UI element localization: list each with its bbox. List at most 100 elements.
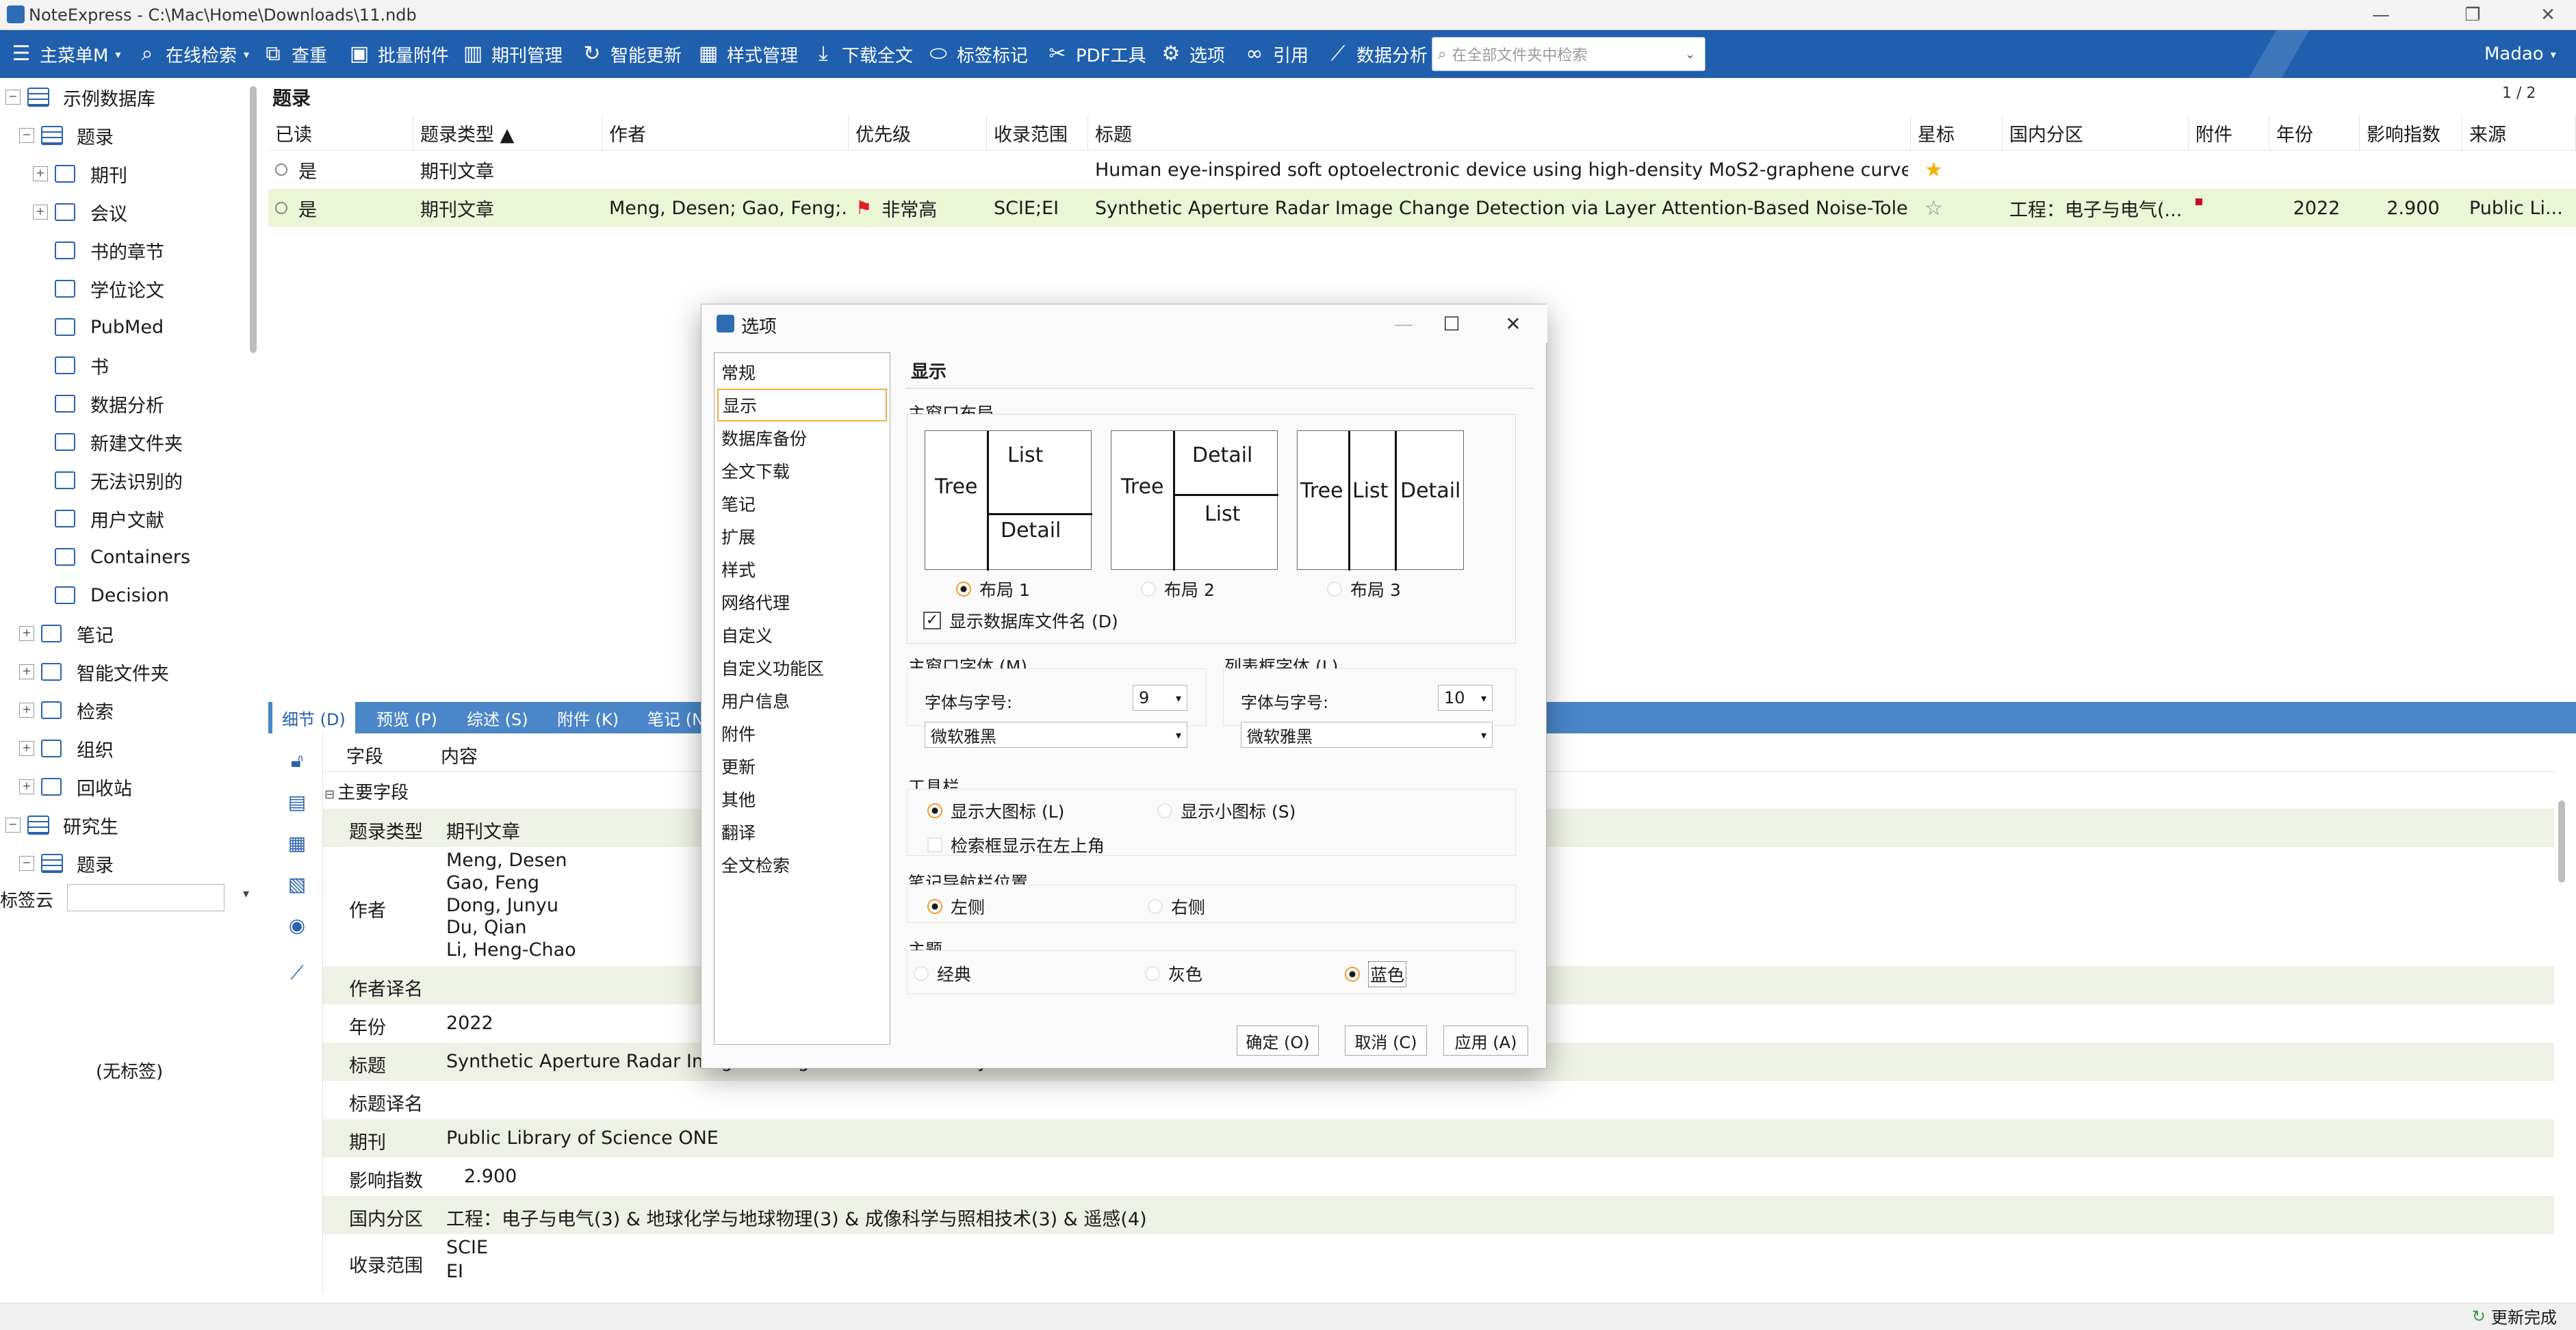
ok-button[interactable]: 确定 (O) xyxy=(1237,1026,1319,1056)
tree-item[interactable]: + 检索 xyxy=(19,691,114,729)
note-nav-left-radio[interactable]: 左侧 xyxy=(927,894,985,919)
column-header[interactable]: 来源 xyxy=(2462,115,2576,151)
tree-item[interactable]: + 会议 xyxy=(33,193,127,231)
main-menu-button[interactable]: ☰ 主菜单M ▾ xyxy=(10,30,121,78)
table-row[interactable]: 是 期刊文章 Human eye-inspired soft optoelectro… xyxy=(268,151,2576,189)
layout-3-radio[interactable]: 布局 3 xyxy=(1327,577,1401,601)
collapse-icon[interactable]: − xyxy=(19,856,34,871)
expand-icon[interactable]: + xyxy=(19,779,34,794)
unread-dot-icon[interactable] xyxy=(275,164,287,176)
chevron-down-icon[interactable]: ▾ xyxy=(243,887,249,901)
section-header[interactable]: ⊟ 主要字段 xyxy=(324,779,409,804)
options-nav-item[interactable]: 自定义功能区 xyxy=(717,651,887,684)
layout-1-preview[interactable]: Tree List Detail xyxy=(925,430,1092,571)
tree-item[interactable]: 新建文件夹 xyxy=(33,423,183,461)
options-nav-item[interactable]: 用户信息 xyxy=(717,684,887,717)
collapse-icon[interactable]: − xyxy=(19,128,34,143)
list-font-size-select[interactable]: 10 ▾ xyxy=(1438,685,1493,711)
tree-item[interactable]: + 组织 xyxy=(19,729,114,768)
column-header[interactable]: 年份 xyxy=(2269,115,2360,151)
column-header[interactable]: 收录范围 xyxy=(987,115,1088,151)
column-header[interactable]: 国内分区 xyxy=(2002,115,2189,151)
options-nav-item[interactable]: 全文检索 xyxy=(717,848,887,881)
options-nav-item[interactable]: 自定义 xyxy=(717,618,887,651)
tree-item[interactable]: 用户文献 xyxy=(33,499,164,538)
options-nav-item[interactable]: 全文下载 xyxy=(717,454,887,487)
main-font-size-select[interactable]: 9 ▾ xyxy=(1133,685,1187,711)
summary-icon[interactable]: ▦ xyxy=(283,829,311,857)
detail-scrollbar[interactable] xyxy=(2558,800,2565,883)
restore-icon[interactable]: ❐ xyxy=(2445,0,2501,30)
tagcloud-input[interactable] xyxy=(67,884,224,911)
options-nav-item[interactable]: 常规 xyxy=(717,356,887,389)
options-nav-item[interactable]: 样式 xyxy=(717,553,887,586)
theme-blue-radio[interactable]: 蓝色 xyxy=(1345,961,1407,987)
theme-classic-radio[interactable]: 经典 xyxy=(914,961,971,986)
small-icons-radio[interactable]: 显示小图标 (S) xyxy=(1157,798,1296,823)
expand-icon[interactable]: + xyxy=(19,741,34,756)
options-nav-item[interactable]: 附件 xyxy=(717,717,887,750)
layout-3-preview[interactable]: Tree List Detail xyxy=(1297,430,1464,571)
detail-tab[interactable]: 附件 (K) xyxy=(548,702,628,733)
unread-dot-icon[interactable] xyxy=(275,202,287,214)
options-nav-item[interactable]: 数据库备份 xyxy=(717,421,887,454)
options-nav-item[interactable]: 扩展 xyxy=(717,520,887,553)
tree-item[interactable]: + 智能文件夹 xyxy=(19,653,169,691)
download-fulltext-button[interactable]: ⤓ 下载全文 xyxy=(812,30,913,78)
trend-icon[interactable]: ⟋ xyxy=(283,959,311,987)
folder-search-input[interactable]: ⌕ 在全部文件夹中检索 ⌄ xyxy=(1432,37,1705,71)
tree-item[interactable]: Containers xyxy=(33,538,190,576)
detail-row[interactable]: 收录范围 SCIE EI xyxy=(323,1234,2554,1289)
options-nav-item[interactable]: 翻译 xyxy=(717,816,887,848)
note-nav-right-radio[interactable]: 右侧 xyxy=(1148,894,1205,919)
note-icon[interactable]: ▧ xyxy=(283,870,311,898)
tree-item[interactable]: − 题录 xyxy=(19,844,114,883)
column-header[interactable]: 已读 xyxy=(268,115,413,151)
tree-item[interactable]: 书的章节 xyxy=(33,231,164,270)
expand-icon[interactable]: + xyxy=(33,166,48,181)
close-icon[interactable]: ✕ xyxy=(2520,0,2576,30)
detail-row[interactable]: 标题译名 xyxy=(323,1081,2554,1119)
expand-icon[interactable]: + xyxy=(19,626,34,641)
column-header[interactable]: 作者 xyxy=(602,115,849,151)
online-search-button[interactable]: ⌕ 在线检索 ▾ xyxy=(136,30,249,78)
tree-item[interactable]: + 笔记 xyxy=(19,614,114,653)
options-button[interactable]: ⚙ 选项 xyxy=(1159,30,1225,78)
minimize-icon[interactable]: — xyxy=(2353,0,2409,30)
options-nav-item[interactable]: 显示 xyxy=(717,389,887,421)
detail-tab[interactable]: 综述 (S) xyxy=(457,702,538,733)
detail-tab[interactable]: 细节 (D) xyxy=(272,702,355,733)
smart-update-button[interactable]: ↻ 智能更新 xyxy=(580,30,682,78)
column-header[interactable]: 影响指数 xyxy=(2360,115,2462,151)
layout-2-radio[interactable]: 布局 2 xyxy=(1141,577,1215,601)
large-icons-radio[interactable]: 显示大图标 (L) xyxy=(927,798,1064,823)
column-header[interactable]: 优先级 xyxy=(849,115,987,151)
star-icon[interactable]: ★ xyxy=(1918,151,2000,189)
lock-icon[interactable]: 🔓︎ xyxy=(283,747,311,774)
eye-icon[interactable]: ◉ xyxy=(283,911,311,939)
batch-attachment-button[interactable]: ▣ 批量附件 xyxy=(348,30,449,78)
tree-item[interactable]: + 期刊 xyxy=(33,155,127,193)
column-header[interactable]: 题录类型 ▲ xyxy=(413,115,602,151)
options-nav-item[interactable]: 笔记 xyxy=(717,487,887,520)
chevron-down-icon[interactable]: ⌄ xyxy=(1685,47,1695,62)
tree-item[interactable]: Decision xyxy=(33,576,169,614)
tree-item[interactable]: − 题录 xyxy=(19,116,114,155)
tree-item[interactable]: − 示例数据库 xyxy=(5,78,155,116)
close-icon[interactable]: ✕ xyxy=(1493,309,1534,339)
minimize-icon[interactable]: — xyxy=(1383,309,1424,339)
list-font-face-select[interactable]: 微软雅黑 ▾ xyxy=(1241,722,1493,748)
user-menu[interactable]: Madao ▾ xyxy=(2484,30,2556,78)
detail-tab[interactable]: 预览 (P) xyxy=(367,702,447,733)
options-nav-item[interactable]: 更新 xyxy=(717,750,887,783)
tree-item[interactable]: 书 xyxy=(33,346,109,384)
tree-item[interactable]: − 研究生 xyxy=(5,806,118,844)
apply-button[interactable]: 应用 (A) xyxy=(1443,1026,1528,1056)
tree-item[interactable]: PubMed xyxy=(33,308,164,346)
cite-button[interactable]: ∞ 引用 xyxy=(1243,30,1309,78)
expand-icon[interactable]: + xyxy=(19,664,34,679)
theme-gray-radio[interactable]: 灰色 xyxy=(1145,961,1202,986)
star-icon[interactable]: ☆ xyxy=(1918,189,2000,227)
layout-2-preview[interactable]: Tree Detail List xyxy=(1111,430,1278,571)
expand-icon[interactable]: + xyxy=(33,205,48,220)
